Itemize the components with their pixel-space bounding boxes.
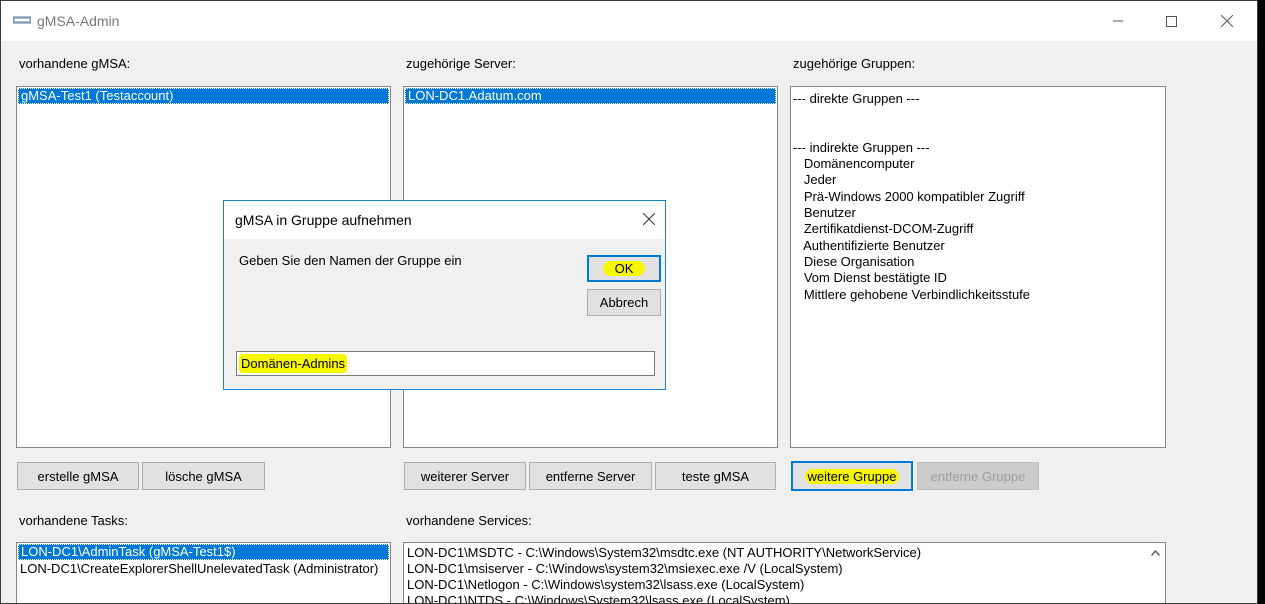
groups-text: --- direkte Gruppen --- --- indirekte Gr…: [793, 91, 1031, 302]
gmsa-label: vorhandene gMSA:: [19, 56, 131, 71]
services-label: vorhandene Services:: [406, 513, 532, 528]
dialog-prompt: Geben Sie den Namen der Gruppe ein: [239, 253, 462, 268]
dialog-close-button[interactable]: [642, 208, 656, 230]
create-gmsa-button[interactable]: erstelle gMSA: [17, 462, 139, 490]
close-button[interactable]: [1204, 1, 1250, 41]
services-listbox[interactable]: LON-DC1\MSDTC - C:\Windows\System32\msdt…: [403, 542, 1166, 603]
dialog-title: gMSA in Gruppe aufnehmen: [235, 212, 412, 228]
list-item[interactable]: gMSA-Test1 (Testaccount): [18, 88, 389, 104]
close-icon: [1221, 15, 1233, 27]
add-group-button-label: weitere Gruppe: [804, 468, 900, 484]
tasks-listbox[interactable]: LON-DC1\AdminTask (gMSA-Test1$) LON-DC1\…: [16, 542, 391, 603]
minimize-icon: [1113, 20, 1123, 22]
ok-button[interactable]: OK: [587, 255, 661, 282]
title-bar: gMSA-Admin: [1, 1, 1257, 41]
list-item[interactable]: LON-DC1\MSDTC - C:\Windows\System32\msdt…: [404, 545, 1165, 561]
list-item[interactable]: LON-DC1\Netlogon - C:\Windows\system32\l…: [404, 577, 1165, 593]
list-item[interactable]: LON-DC1\CreateExplorerShellUnelevatedTas…: [17, 561, 390, 577]
groups-textbox[interactable]: --- direkte Gruppen --- --- indirekte Gr…: [790, 86, 1166, 448]
delete-gmsa-button[interactable]: lösche gMSA: [142, 462, 265, 490]
minimize-button[interactable]: [1095, 1, 1141, 41]
ok-button-label: OK: [602, 261, 646, 276]
main-window: gMSA-Admin vorhandene gMSA: zugehörige S…: [0, 0, 1258, 604]
group-name-input[interactable]: Domänen-Admins: [236, 351, 655, 376]
group-name-value: Domänen-Admins: [239, 354, 348, 373]
remove-group-button[interactable]: entferne Gruppe: [917, 462, 1039, 490]
list-item[interactable]: LON-DC1.Adatum.com: [405, 88, 776, 104]
add-group-dialog: gMSA in Gruppe aufnehmen Geben Sie den N…: [223, 200, 666, 390]
window-title: gMSA-Admin: [37, 13, 120, 29]
app-icon: [13, 16, 31, 24]
close-icon: [642, 212, 656, 226]
tasks-label: vorhandene Tasks:: [19, 513, 128, 528]
chevron-up-icon: [1151, 549, 1160, 556]
remove-server-button[interactable]: entferne Server: [529, 462, 652, 490]
dialog-title-bar: gMSA in Gruppe aufnehmen: [224, 201, 665, 239]
add-server-button[interactable]: weiterer Server: [404, 462, 526, 490]
list-item[interactable]: LON-DC1\AdminTask (gMSA-Test1$): [18, 544, 389, 560]
cancel-button[interactable]: Abbrech: [587, 289, 661, 316]
maximize-icon: [1165, 15, 1177, 27]
scroll-up-button[interactable]: [1147, 544, 1164, 561]
test-gmsa-button[interactable]: teste gMSA: [655, 462, 776, 490]
list-item[interactable]: LON-DC1\NTDS - C:\Windows\System32\lsass…: [404, 593, 1165, 603]
maximize-button[interactable]: [1148, 1, 1194, 41]
add-group-button[interactable]: weitere Gruppe: [791, 461, 913, 491]
server-label: zugehörige Server:: [406, 56, 516, 71]
groups-label: zugehörige Gruppen:: [793, 56, 916, 71]
list-item[interactable]: LON-DC1\msiserver - C:\Windows\system32\…: [404, 561, 1165, 577]
